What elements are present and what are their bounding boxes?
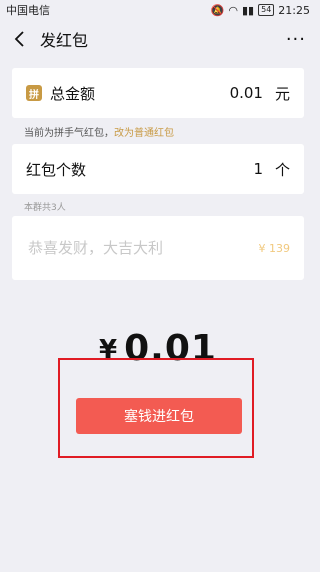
send-red-packet-button[interactable]: 塞钱进红包 [76,398,242,434]
battery-icon: 54 [258,4,275,16]
packet-count-unit: 个 [274,160,290,179]
status-bar: 中国电信 🔕 ◠ ▮▮ 54 21:25 [0,0,316,20]
total-amount-label: 总金额 [50,84,96,103]
signal-icon: ▮▮ [242,3,255,17]
message-price-tag[interactable]: ¥ 139 [259,242,291,255]
total-amount-row[interactable]: 拼 总金额 元 [12,68,304,118]
mute-icon: 🔕 [210,3,225,17]
more-options-button[interactable]: ··· [286,29,306,50]
status-icons: 🔕 ◠ ▮▮ 54 21:25 [211,4,310,17]
packet-count-label: 红包个数 [26,160,87,179]
group-member-hint: 本群共3人 [24,203,66,213]
total-amount-value-group: 元 [180,83,290,104]
switch-normal-packet-link[interactable]: 改为普通红包 [114,128,174,139]
packet-count-row[interactable]: 红包个数 个 [12,144,304,194]
chevron-left-icon [14,31,24,47]
wifi-icon: ◠ [228,3,238,17]
hint-text: 当前为拼手气红包， [24,128,114,139]
nav-left: 发红包 [10,27,88,51]
packet-count-input[interactable] [220,159,265,179]
message-row[interactable]: ¥ 139 [12,216,304,280]
carrier-label: 中国电信 [6,4,50,17]
blessing-message-input[interactable] [26,238,230,258]
packet-count-value-group: 个 [220,159,290,180]
red-packet-type-hint: 当前为拼手气红包，改为普通红包 [0,118,316,144]
total-amount-input[interactable] [180,83,265,103]
nav-bar: 发红包 ··· [0,20,316,58]
total-amount-label-group: 拼 总金额 [26,83,95,104]
pin-icon: 拼 [26,85,42,101]
back-button[interactable] [10,29,30,49]
page-title: 发红包 [40,31,89,50]
total-amount-unit: 元 [274,84,290,103]
clock: 21:25 [278,3,310,17]
